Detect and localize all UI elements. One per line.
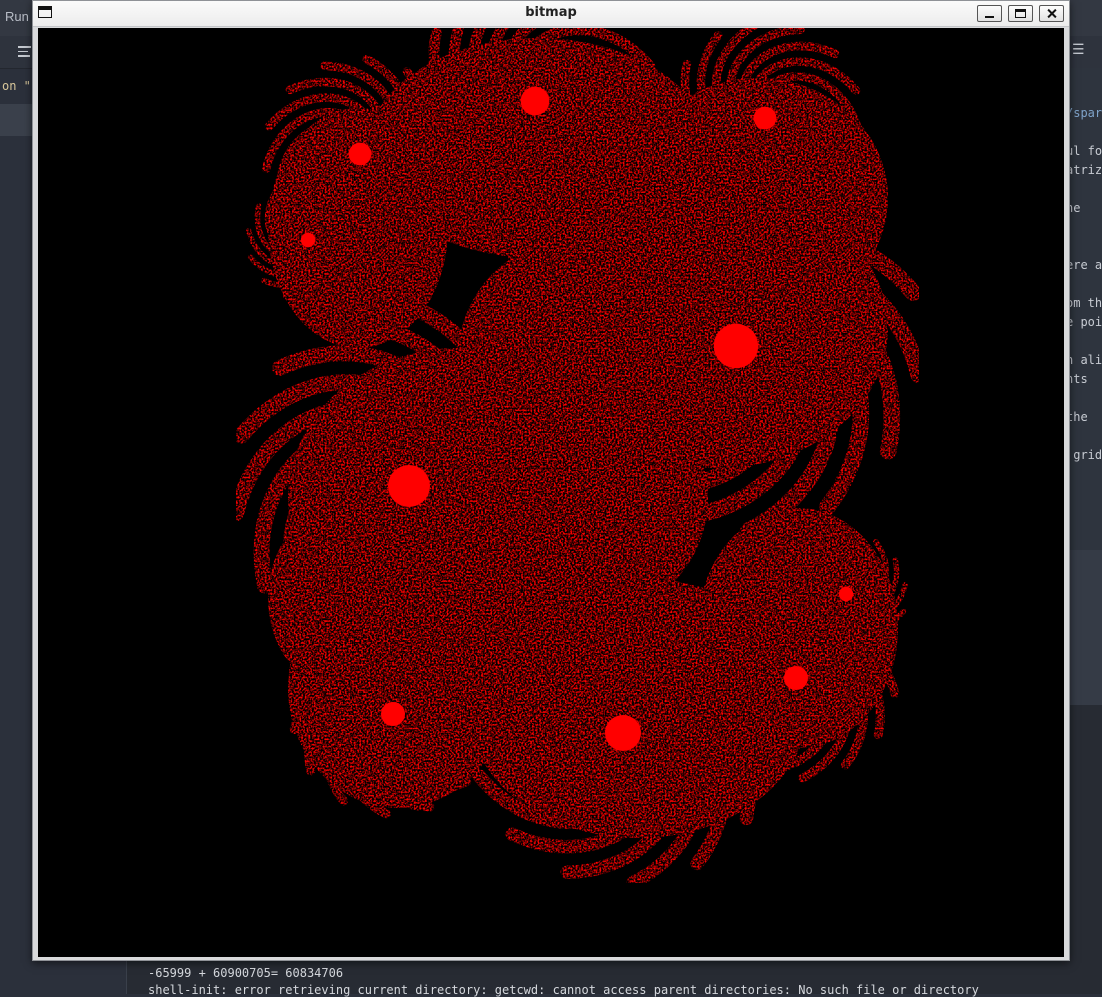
window-titlebar[interactable]: bitmap <box>33 1 1069 27</box>
terminal-output-line: shell-init: error retrieving current dir… <box>148 983 979 997</box>
editor-text-line: om th <box>1066 296 1102 310</box>
editor-text-line: ul fo <box>1066 144 1102 158</box>
editor-text-line: the <box>1066 410 1088 424</box>
editor-text-line: h ali <box>1066 353 1102 367</box>
hamburger-menu-icon[interactable] <box>18 46 31 58</box>
window-title: bitmap <box>525 5 577 20</box>
close-button[interactable] <box>1039 5 1064 22</box>
fractal-spiral-core <box>388 465 430 507</box>
fractal-spiral-core <box>381 702 405 726</box>
editor-text-line: atriz <box>1066 163 1102 177</box>
fractal-spiral-core <box>784 666 808 690</box>
editor-text-line: nts <box>1066 372 1088 386</box>
run-menu[interactable]: Run <box>5 9 29 24</box>
bitmap-window[interactable]: bitmap <box>32 0 1070 961</box>
fractal-image <box>228 28 928 890</box>
terminal-output-line: -65999 + 60900705= 60834706 <box>148 966 344 980</box>
fractal-spiral-core <box>520 86 550 116</box>
editor-text-line: e poi <box>1066 315 1102 329</box>
fractal-spiral-core <box>348 142 372 166</box>
bitmap-canvas <box>38 28 1064 957</box>
fractal-spiral-core <box>300 232 316 248</box>
editor-side-panel <box>0 104 36 136</box>
editor-text-line: /spar <box>1066 106 1102 120</box>
fractal-spiral-core <box>713 323 759 369</box>
fractal-spiral-core <box>605 715 641 751</box>
editor-text-line: grid <box>1066 448 1102 462</box>
editor-text-line: he <box>1066 201 1081 215</box>
fractal-spiral-core <box>753 106 777 130</box>
panel-toggle-icon[interactable]: ☰ <box>1072 42 1085 58</box>
fractal-spiral-core <box>838 586 854 602</box>
minimize-button[interactable] <box>977 5 1002 22</box>
editor-text-line: ere a <box>1066 258 1102 272</box>
maximize-button[interactable] <box>1008 5 1033 22</box>
editor-right-panel-lower <box>1068 550 1102 710</box>
